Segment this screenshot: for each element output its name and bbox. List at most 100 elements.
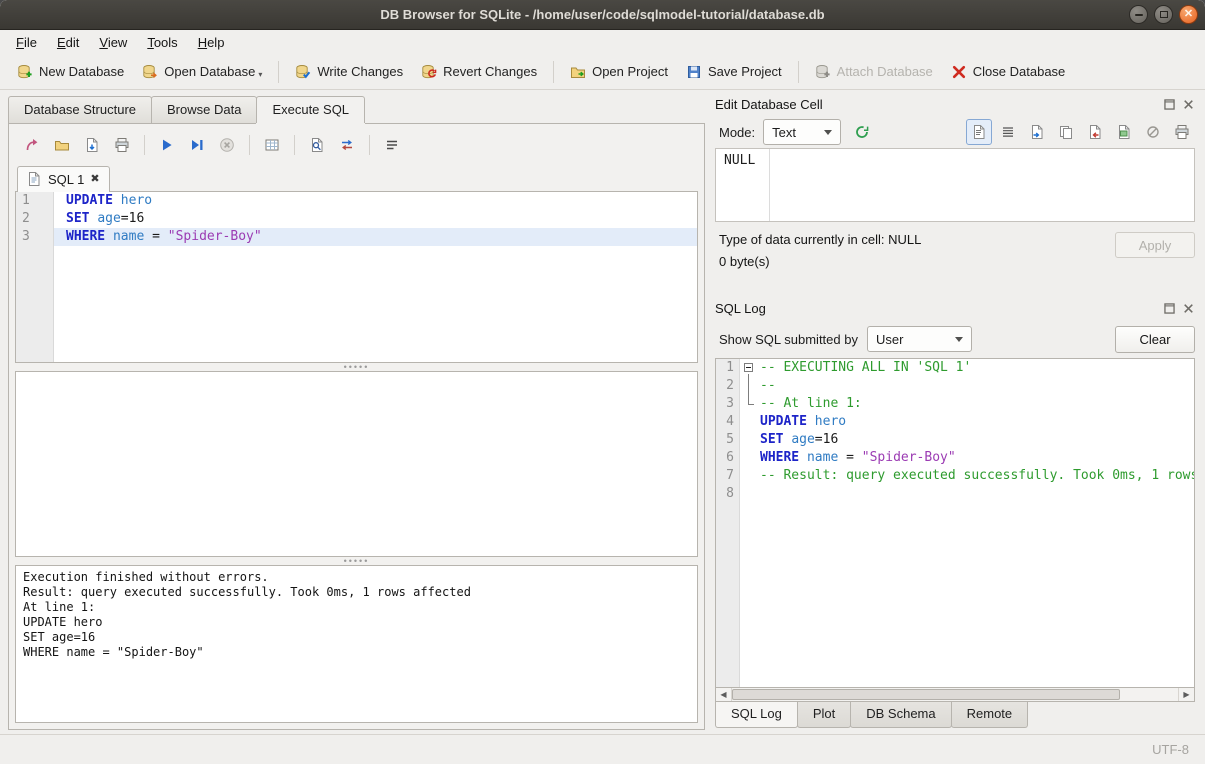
tab-sql-log[interactable]: SQL Log bbox=[715, 702, 798, 728]
execute-line-icon bbox=[189, 137, 205, 153]
cell-editor-icons bbox=[966, 119, 1195, 145]
scroll-right-icon[interactable]: ▶ bbox=[1178, 688, 1194, 701]
database-attach-icon bbox=[815, 64, 831, 80]
open-sql-file-icon-button[interactable] bbox=[49, 132, 75, 158]
close-button[interactable]: ✕ bbox=[1179, 5, 1198, 24]
line-number: 1 bbox=[16, 192, 54, 210]
log-filter-select[interactable]: User bbox=[867, 326, 972, 352]
open-file-icon-button[interactable] bbox=[1024, 119, 1050, 145]
main-area: Database StructureBrowse DataExecute SQL… bbox=[0, 90, 1205, 734]
find-replace-icon bbox=[339, 137, 355, 153]
export-icon bbox=[1116, 124, 1132, 140]
tab-db-schema[interactable]: DB Schema bbox=[850, 702, 951, 728]
tab-plot[interactable]: Plot bbox=[797, 702, 851, 728]
menu-view[interactable]: View bbox=[89, 32, 137, 53]
menu-file[interactable]: File bbox=[6, 32, 47, 53]
tab-execute-sql[interactable]: Execute SQL bbox=[256, 96, 365, 123]
sql-toolbar bbox=[15, 129, 698, 161]
fold-marker-icon[interactable] bbox=[740, 359, 760, 377]
save-sql-file-icon bbox=[84, 137, 100, 153]
float-dock-icon[interactable] bbox=[1163, 98, 1176, 111]
messages-output: Execution finished without errors. Resul… bbox=[15, 565, 698, 723]
find-replace-icon-button[interactable] bbox=[334, 132, 360, 158]
log-line: 2-- bbox=[716, 377, 1194, 395]
sql-query-tab[interactable]: SQL 1 ✖ bbox=[17, 166, 110, 192]
minimize-button[interactable] bbox=[1129, 5, 1148, 24]
scrollbar-track[interactable] bbox=[732, 688, 1178, 701]
new-query-tab-icon-button[interactable] bbox=[19, 132, 45, 158]
print-icon-button[interactable] bbox=[1169, 119, 1195, 145]
export-icon-button[interactable] bbox=[1111, 119, 1137, 145]
word-wrap-icon bbox=[1000, 124, 1016, 140]
toolbar-write-changes-button[interactable]: Write Changes bbox=[286, 59, 412, 85]
edit-text-icon-button[interactable] bbox=[966, 119, 992, 145]
log-line: 7-- Result: query executed successfully.… bbox=[716, 467, 1194, 485]
splitter-dots-icon: ••••• bbox=[344, 559, 370, 563]
menu-edit[interactable]: Edit bbox=[47, 32, 89, 53]
cell-editor[interactable]: NULL bbox=[715, 148, 1195, 222]
sql-log-view[interactable]: 1-- EXECUTING ALL IN 'SQL 1'2--3-- At li… bbox=[715, 358, 1195, 687]
scrollbar-thumb[interactable] bbox=[732, 689, 1120, 700]
tab-remote[interactable]: Remote bbox=[951, 702, 1029, 728]
float-dock-icon[interactable] bbox=[1163, 302, 1176, 315]
toolbar-button-label: Revert Changes bbox=[443, 64, 537, 79]
import-icon-button[interactable] bbox=[1082, 119, 1108, 145]
apply-button: Apply bbox=[1115, 232, 1195, 258]
maximize-button[interactable] bbox=[1154, 5, 1173, 24]
find-icon-button[interactable] bbox=[304, 132, 330, 158]
sql-editor[interactable]: 1UPDATE hero2SET age=163WHERE name = "Sp… bbox=[15, 191, 698, 363]
fold-marker-icon bbox=[740, 377, 760, 395]
splitter-handle[interactable]: ••••• bbox=[15, 557, 698, 565]
window-title: DB Browser for SQLite - /home/user/code/… bbox=[0, 7, 1205, 22]
save-sql-file-icon-button[interactable] bbox=[79, 132, 105, 158]
toolbar-open-project-button[interactable]: Open Project bbox=[561, 59, 677, 85]
menu-help[interactable]: Help bbox=[188, 32, 235, 53]
toolbar-revert-changes-button[interactable]: Revert Changes bbox=[412, 59, 546, 85]
sql-log-title: SQL Log bbox=[715, 301, 766, 316]
print-icon-button[interactable] bbox=[109, 132, 135, 158]
tab-browse-data[interactable]: Browse Data bbox=[151, 96, 257, 123]
set-null-icon-button[interactable] bbox=[1140, 119, 1166, 145]
close-tab-icon[interactable]: ✖ bbox=[90, 174, 99, 185]
toolbar-open-database-button[interactable]: Open Database▾ bbox=[133, 59, 271, 85]
copy-icon-button[interactable] bbox=[1053, 119, 1079, 145]
log-line: 5SET age=16 bbox=[716, 431, 1194, 449]
line-number: 7 bbox=[716, 467, 740, 485]
editor-line: 3WHERE name = "Spider-Boy" bbox=[16, 228, 697, 246]
toolbar-new-database-button[interactable]: New Database bbox=[8, 59, 133, 85]
toolbar-save-project-button[interactable]: Save Project bbox=[677, 59, 791, 85]
close-dock-icon[interactable] bbox=[1182, 302, 1195, 315]
log-line: 6WHERE name = "Spider-Boy" bbox=[716, 449, 1194, 467]
toolbar-close-database-button[interactable]: Close Database bbox=[942, 59, 1075, 85]
dropdown-caret-icon[interactable]: ▾ bbox=[258, 70, 262, 80]
export-results-icon bbox=[264, 137, 280, 153]
line-number: 3 bbox=[16, 228, 54, 246]
scroll-left-icon[interactable]: ◀ bbox=[716, 688, 732, 701]
toolbar-separator bbox=[278, 61, 279, 83]
set-null-icon bbox=[1145, 124, 1161, 140]
sql-log-dock-title: SQL Log bbox=[715, 296, 1195, 320]
cell-type-info: Type of data currently in cell: NULL bbox=[719, 232, 921, 247]
mode-select[interactable]: Text bbox=[763, 119, 841, 145]
format-sql-icon-button[interactable] bbox=[379, 132, 405, 158]
apply-changes-button[interactable] bbox=[849, 119, 875, 145]
tab-database-structure[interactable]: Database Structure bbox=[8, 96, 152, 123]
titlebar[interactable]: DB Browser for SQLite - /home/user/code/… bbox=[0, 0, 1205, 30]
close-dock-icon[interactable] bbox=[1182, 98, 1195, 111]
apply-changes-icon bbox=[854, 124, 870, 140]
word-wrap-icon-button[interactable] bbox=[995, 119, 1021, 145]
export-results-icon-button[interactable] bbox=[259, 132, 285, 158]
splitter-handle[interactable]: ••••• bbox=[15, 363, 698, 371]
database-close-icon bbox=[951, 64, 967, 80]
log-line: 3-- At line 1: bbox=[716, 395, 1194, 413]
toolbar-button-label: Open Project bbox=[592, 64, 668, 79]
line-number: 6 bbox=[716, 449, 740, 467]
maximize-icon bbox=[1160, 11, 1168, 18]
execute-line-icon-button[interactable] bbox=[184, 132, 210, 158]
results-grid bbox=[15, 371, 698, 557]
clear-log-button[interactable]: Clear bbox=[1115, 326, 1195, 353]
menu-tools[interactable]: Tools bbox=[137, 32, 187, 53]
execute-all-icon-button[interactable] bbox=[154, 132, 180, 158]
log-horizontal-scrollbar[interactable]: ◀ ▶ bbox=[715, 687, 1195, 702]
fold-marker-icon bbox=[740, 395, 760, 413]
